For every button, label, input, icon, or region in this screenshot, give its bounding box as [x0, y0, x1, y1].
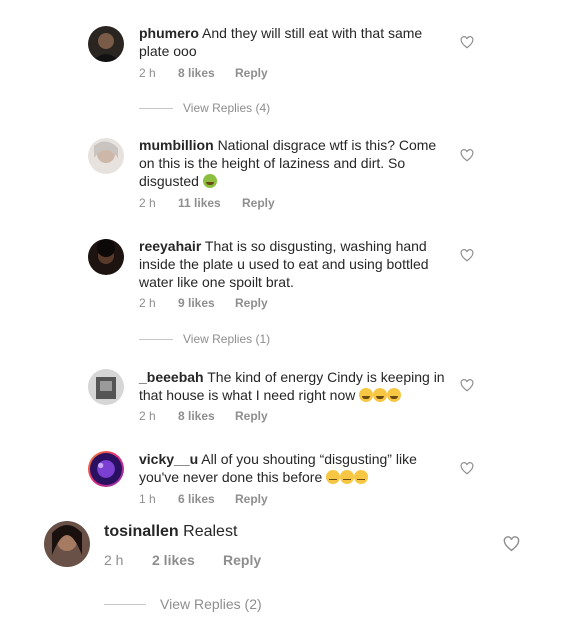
comment-likes[interactable]: 11 likes: [178, 196, 242, 210]
reply-button[interactable]: Reply: [235, 296, 268, 310]
comment-username[interactable]: vicky__u: [139, 451, 198, 467]
view-replies-label: View Replies (1): [183, 332, 271, 346]
divider: [139, 107, 173, 109]
heart-outline-icon[interactable]: [460, 462, 474, 475]
laughing-face-emoji: [373, 388, 388, 402]
comment-username[interactable]: _beeebah: [139, 369, 204, 385]
avatar[interactable]: [88, 26, 124, 62]
reply-button[interactable]: Reply: [235, 492, 268, 506]
comment-time: 2 h: [104, 552, 124, 568]
rolling-eyes-emoji: [340, 470, 355, 484]
comment-likes[interactable]: 6 likes: [178, 492, 235, 506]
laughing-face-emoji: [359, 388, 374, 402]
view-replies-button[interactable]: View Replies (1): [139, 332, 270, 346]
comment-time: 2 h: [139, 409, 156, 423]
avatar[interactable]: [88, 451, 124, 487]
heart-outline-icon[interactable]: [460, 149, 474, 162]
heart-outline-icon[interactable]: [460, 249, 474, 262]
comment-username[interactable]: reeyahair: [139, 238, 201, 254]
comment-time: 1 h: [139, 492, 156, 506]
heart-outline-icon[interactable]: [460, 379, 474, 392]
view-replies-label: View Replies (2): [160, 596, 262, 612]
comment-likes[interactable]: 8 likes: [178, 409, 235, 423]
comment-likes[interactable]: 2 likes: [152, 552, 223, 568]
view-replies-button[interactable]: View Replies (2): [104, 596, 262, 612]
reply-button[interactable]: Reply: [242, 196, 275, 210]
reply-button[interactable]: Reply: [223, 552, 261, 568]
heart-outline-icon[interactable]: [460, 36, 474, 49]
view-replies-label: View Replies (4): [183, 101, 271, 115]
avatar[interactable]: [88, 138, 124, 174]
avatar[interactable]: [44, 521, 90, 567]
comment-username[interactable]: mumbillion: [139, 137, 214, 153]
heart-outline-icon[interactable]: [503, 536, 520, 552]
nauseated-face-emoji: [202, 174, 217, 188]
comment-likes[interactable]: 9 likes: [178, 296, 235, 310]
comment-time: 2 h: [139, 296, 156, 310]
reply-button[interactable]: Reply: [235, 409, 268, 423]
comment-likes[interactable]: 8 likes: [178, 66, 235, 80]
divider: [139, 338, 173, 340]
comment-time: 2 h: [139, 196, 156, 210]
view-replies-button[interactable]: View Replies (4): [139, 101, 270, 115]
laughing-face-emoji: [387, 388, 402, 402]
rolling-eyes-emoji: [326, 470, 341, 484]
avatar[interactable]: [88, 369, 124, 405]
avatar[interactable]: [88, 239, 124, 275]
divider: [104, 603, 146, 605]
comment-text: Realest: [183, 523, 238, 540]
comment-username[interactable]: tosinallen: [104, 523, 179, 540]
comment-username[interactable]: phumero: [139, 25, 199, 41]
reply-button[interactable]: Reply: [235, 66, 268, 80]
rolling-eyes-emoji: [354, 470, 369, 484]
comment-time: 2 h: [139, 66, 156, 80]
